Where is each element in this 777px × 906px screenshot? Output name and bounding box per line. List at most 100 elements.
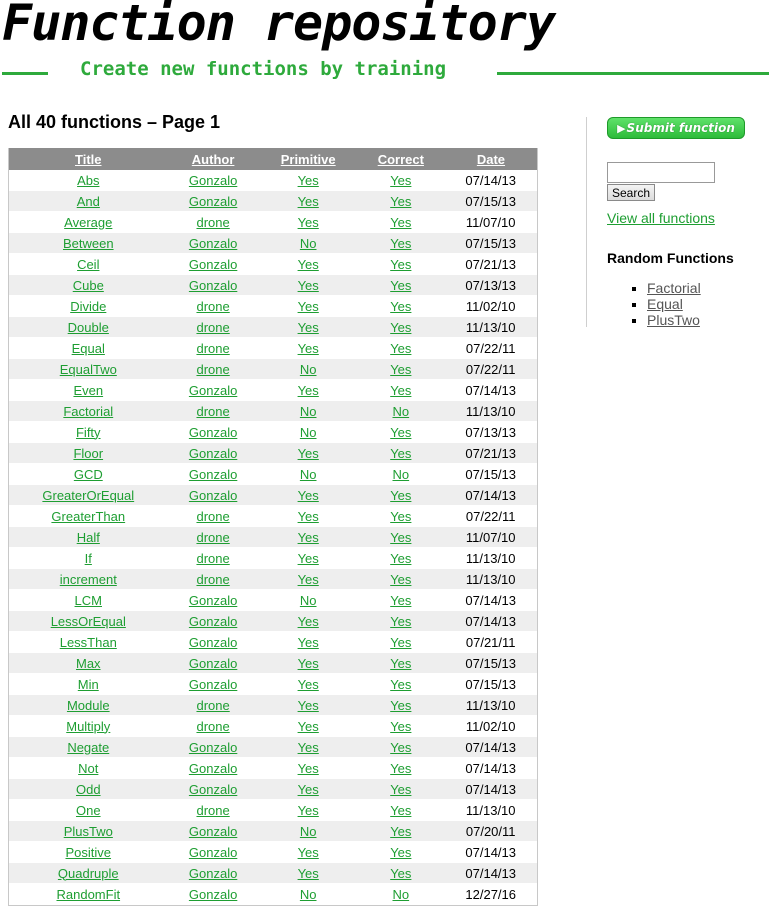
function-title-link[interactable]: increment [60, 572, 117, 587]
primitive-link[interactable]: Yes [298, 215, 319, 230]
function-title-link[interactable]: Positive [66, 845, 112, 860]
correct-link[interactable]: Yes [390, 278, 411, 293]
primitive-link[interactable]: Yes [298, 299, 319, 314]
random-function-link[interactable]: PlusTwo [647, 312, 700, 328]
author-link[interactable]: Gonzalo [189, 173, 237, 188]
primitive-link[interactable]: Yes [298, 845, 319, 860]
author-link[interactable]: Gonzalo [189, 824, 237, 839]
primitive-link[interactable]: Yes [298, 572, 319, 587]
sort-correct-link[interactable]: Correct [378, 152, 424, 167]
author-link[interactable]: Gonzalo [189, 782, 237, 797]
function-title-link[interactable]: Even [73, 383, 103, 398]
correct-link[interactable]: Yes [390, 215, 411, 230]
primitive-link[interactable]: Yes [298, 446, 319, 461]
correct-link[interactable]: Yes [390, 236, 411, 251]
random-function-link[interactable]: Factorial [647, 280, 701, 296]
function-title-link[interactable]: EqualTwo [60, 362, 117, 377]
function-title-link[interactable]: Between [63, 236, 114, 251]
primitive-link[interactable]: No [300, 887, 317, 902]
function-title-link[interactable]: Not [78, 761, 98, 776]
correct-link[interactable]: Yes [390, 698, 411, 713]
function-title-link[interactable]: Quadruple [58, 866, 119, 881]
function-title-link[interactable]: Double [68, 320, 109, 335]
correct-link[interactable]: Yes [390, 635, 411, 650]
function-title-link[interactable]: Fifty [76, 425, 101, 440]
function-title-link[interactable]: LCM [75, 593, 102, 608]
function-title-link[interactable]: LessOrEqual [51, 614, 126, 629]
function-title-link[interactable]: GreaterOrEqual [42, 488, 134, 503]
search-button[interactable]: Search [607, 184, 655, 201]
correct-link[interactable]: Yes [390, 782, 411, 797]
correct-link[interactable]: Yes [390, 509, 411, 524]
sort-title-link[interactable]: Title [75, 152, 102, 167]
correct-link[interactable]: Yes [390, 845, 411, 860]
view-all-functions-link[interactable]: View all functions [607, 210, 715, 226]
primitive-link[interactable]: Yes [298, 194, 319, 209]
author-link[interactable]: drone [196, 299, 229, 314]
function-title-link[interactable]: If [85, 551, 92, 566]
author-link[interactable]: Gonzalo [189, 614, 237, 629]
author-link[interactable]: Gonzalo [189, 236, 237, 251]
function-title-link[interactable]: Max [76, 656, 101, 671]
function-title-link[interactable]: Divide [70, 299, 106, 314]
primitive-link[interactable]: No [300, 593, 317, 608]
primitive-link[interactable]: No [300, 824, 317, 839]
correct-link[interactable]: Yes [390, 362, 411, 377]
correct-link[interactable]: Yes [390, 677, 411, 692]
author-link[interactable]: drone [196, 551, 229, 566]
author-link[interactable]: Gonzalo [189, 845, 237, 860]
correct-link[interactable]: Yes [390, 530, 411, 545]
correct-link[interactable]: Yes [390, 173, 411, 188]
sort-author-link[interactable]: Author [192, 152, 235, 167]
correct-link[interactable]: Yes [390, 866, 411, 881]
primitive-link[interactable]: Yes [298, 278, 319, 293]
function-title-link[interactable]: Abs [77, 173, 99, 188]
function-title-link[interactable]: RandomFit [56, 887, 120, 902]
function-title-link[interactable]: Half [77, 530, 100, 545]
primitive-link[interactable]: Yes [298, 698, 319, 713]
primitive-link[interactable]: Yes [298, 803, 319, 818]
correct-link[interactable]: Yes [390, 194, 411, 209]
primitive-link[interactable]: Yes [298, 719, 319, 734]
author-link[interactable]: Gonzalo [189, 656, 237, 671]
primitive-link[interactable]: Yes [298, 761, 319, 776]
function-title-link[interactable]: Min [78, 677, 99, 692]
primitive-link[interactable]: Yes [298, 509, 319, 524]
correct-link[interactable]: Yes [390, 299, 411, 314]
correct-link[interactable]: Yes [390, 257, 411, 272]
author-link[interactable]: Gonzalo [189, 887, 237, 902]
primitive-link[interactable]: Yes [298, 656, 319, 671]
primitive-link[interactable]: Yes [298, 488, 319, 503]
primitive-link[interactable]: Yes [298, 341, 319, 356]
primitive-link[interactable]: Yes [298, 551, 319, 566]
author-link[interactable]: Gonzalo [189, 383, 237, 398]
function-title-link[interactable]: GCD [74, 467, 103, 482]
function-title-link[interactable]: And [77, 194, 100, 209]
correct-link[interactable]: Yes [390, 551, 411, 566]
primitive-link[interactable]: No [300, 404, 317, 419]
function-title-link[interactable]: Ceil [77, 257, 99, 272]
primitive-link[interactable]: Yes [298, 677, 319, 692]
function-title-link[interactable]: LessThan [60, 635, 117, 650]
author-link[interactable]: Gonzalo [189, 446, 237, 461]
correct-link[interactable]: Yes [390, 383, 411, 398]
primitive-link[interactable]: Yes [298, 782, 319, 797]
primitive-link[interactable]: Yes [298, 614, 319, 629]
function-title-link[interactable]: Negate [67, 740, 109, 755]
correct-link[interactable]: Yes [390, 824, 411, 839]
correct-link[interactable]: Yes [390, 572, 411, 587]
function-title-link[interactable]: Floor [73, 446, 103, 461]
author-link[interactable]: Gonzalo [189, 593, 237, 608]
function-title-link[interactable]: Module [67, 698, 110, 713]
function-title-link[interactable]: Average [64, 215, 112, 230]
primitive-link[interactable]: No [300, 425, 317, 440]
author-link[interactable]: Gonzalo [189, 194, 237, 209]
correct-link[interactable]: Yes [390, 446, 411, 461]
author-link[interactable]: drone [196, 698, 229, 713]
author-link[interactable]: drone [196, 362, 229, 377]
function-title-link[interactable]: One [76, 803, 101, 818]
author-link[interactable]: drone [196, 320, 229, 335]
correct-link[interactable]: No [393, 404, 410, 419]
function-title-link[interactable]: Cube [73, 278, 104, 293]
random-function-link[interactable]: Equal [647, 296, 683, 312]
